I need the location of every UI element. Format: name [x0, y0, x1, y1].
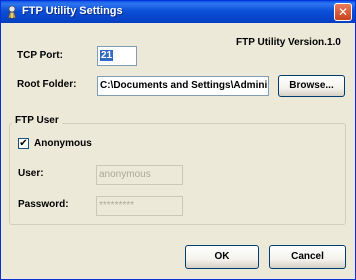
user-input[interactable]: anonymous: [96, 165, 183, 185]
version-label: FTP Utility Version.1.0: [236, 37, 341, 48]
ftp-utility-settings-dialog: FTP Utility Settings ✕ FTP Utility Versi…: [0, 0, 356, 280]
ftp-user-group-label: FTP User: [12, 115, 62, 126]
checkmark-icon: ✔: [19, 138, 28, 149]
password-label: Password:: [18, 199, 69, 210]
browse-button[interactable]: Browse...: [278, 75, 345, 97]
anonymous-checkbox[interactable]: ✔: [18, 138, 29, 149]
password-input[interactable]: *********: [96, 196, 183, 216]
anonymous-label[interactable]: Anonymous: [34, 138, 92, 149]
tcp-port-value: 21: [100, 50, 114, 61]
ftp-utility-icon: [7, 5, 17, 19]
tcp-port-input[interactable]: 21: [97, 46, 137, 66]
root-folder-label: Root Folder:: [17, 79, 77, 90]
ok-button[interactable]: OK: [185, 245, 259, 269]
window-title: FTP Utility Settings: [22, 5, 123, 17]
close-button[interactable]: ✕: [334, 3, 352, 21]
cancel-button[interactable]: Cancel: [269, 245, 346, 269]
user-label: User:: [18, 168, 44, 179]
root-folder-input[interactable]: C:\Documents and Settings\Admini: [97, 76, 269, 96]
tcp-port-label: TCP Port:: [17, 50, 63, 61]
title-bar[interactable]: FTP Utility Settings ✕: [1, 1, 355, 23]
close-icon: ✕: [337, 5, 349, 19]
